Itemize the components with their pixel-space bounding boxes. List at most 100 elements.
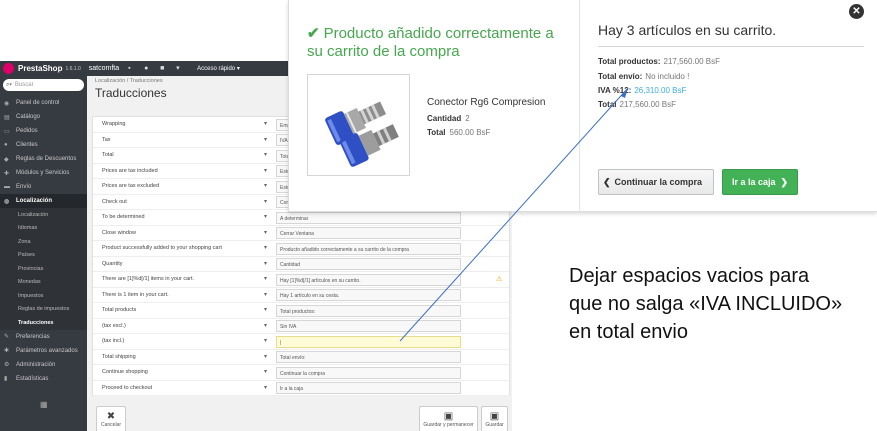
sidebar-item-modules[interactable]: ✚ Módulos y Servicios: [0, 166, 87, 180]
sidebar-sub-countries[interactable]: Países: [0, 248, 87, 262]
translation-input[interactable]: |: [276, 335, 461, 348]
chevron-down-icon[interactable]: ▾: [264, 384, 267, 391]
chevron-down-icon[interactable]: ▾: [264, 229, 267, 236]
sidebar-item-catalog[interactable]: ▤ Catálogo: [0, 110, 87, 124]
checkout-label: Ir a la caja: [731, 177, 776, 187]
sidebar-sub-zones[interactable]: Zona: [0, 235, 87, 249]
chevron-down-icon[interactable]: ▾: [264, 291, 267, 298]
sidebar-sub-languages[interactable]: Idiomas: [0, 221, 87, 235]
translation-input[interactable]: Sin IVA: [276, 320, 461, 332]
sidebar-item-stats[interactable]: ▮ Estadísticas: [0, 372, 87, 386]
chevron-left-icon: ❮: [603, 176, 611, 187]
sidebar-item-label: Reglas de Descuentos: [16, 156, 77, 162]
sidebar-sub-taxes[interactable]: Impuestos: [0, 289, 87, 303]
user-icon[interactable]: ●: [144, 65, 151, 72]
chevron-down-icon[interactable]: ▾: [264, 182, 267, 189]
success-text: Producto añadido correctamente a su carr…: [307, 25, 554, 60]
cancel-button[interactable]: ✖ Cancelar: [96, 406, 126, 431]
globe-icon: ◍: [4, 198, 10, 205]
translation-input[interactable]: Total productos:: [276, 304, 461, 317]
mail-icon[interactable]: ■: [160, 65, 167, 72]
sidebar-sub-localization[interactable]: Localización: [0, 208, 87, 222]
prestashop-logo[interactable]: PrestaShop 1.6.1.0: [0, 63, 81, 74]
save-and-stay-label: Guardar y permanecer: [423, 421, 474, 428]
chevron-down-icon[interactable]: ▾: [264, 244, 267, 251]
sidebar-item-label: Panel de control: [16, 100, 60, 106]
chevron-down-icon[interactable]: ▾: [264, 306, 267, 313]
save-button[interactable]: ▣ Guardar: [481, 406, 508, 431]
translation-input[interactable]: Total envío:: [276, 351, 461, 363]
continue-shopping-button[interactable]: ❮ Continuar la compra: [598, 169, 714, 195]
sidebar-item-dashboard[interactable]: ◉ Panel de control: [0, 96, 87, 110]
sidebar-item-label: Módulos y Servicios: [16, 170, 70, 176]
check-icon: ✔: [307, 25, 320, 42]
sidebar-sub-currencies[interactable]: Monedas: [0, 275, 87, 289]
save-icon: ▣: [489, 410, 500, 422]
search-input[interactable]: ⌕▾ Buscar: [3, 79, 84, 91]
sidebar-item-shipping[interactable]: ▬ Envío: [0, 180, 87, 194]
tax-line: IVA %12: 26,310.00 BsF: [598, 86, 686, 95]
sidebar-item-advanced[interactable]: ✱ Parámetros avanzados: [0, 344, 87, 358]
translation-input[interactable]: Hay [1]%d[/1] artículos en su carrito.: [276, 273, 461, 286]
quick-access-menu[interactable]: Acceso rápido ▾: [197, 65, 240, 72]
translation-input[interactable]: Producto añadido correctamente a su carr…: [276, 242, 461, 255]
sidebar: ⌕▾ Buscar ◉ Panel de control ▤ Catálogo ▭ P…: [0, 76, 87, 431]
chevron-down-icon[interactable]: ▾: [264, 260, 267, 267]
proceed-to-checkout-button[interactable]: Ir a la caja ❯: [722, 169, 798, 195]
translation-row: Total products ▾ Total productos:: [93, 303, 509, 319]
sidebar-item-preferences[interactable]: ✎ Preferencias: [0, 330, 87, 344]
shop-name[interactable]: satcomfta: [89, 65, 119, 72]
annotation-note: Dejar espacios vacios para que no salga …: [569, 262, 869, 346]
chevron-down-icon[interactable]: ▾: [264, 151, 267, 158]
sidebar-item-customers[interactable]: ● Clientes: [0, 138, 87, 152]
close-modal-button[interactable]: ✕: [849, 4, 864, 19]
translation-key: Check out: [102, 198, 127, 205]
chevron-down-icon[interactable]: ▾: [264, 198, 267, 205]
grand-total-line: Total 217,560.00 BsF: [598, 100, 676, 109]
translation-input[interactable]: Continuar la compra: [276, 366, 461, 379]
sidebar-item-admin[interactable]: ⚙ Administración: [0, 358, 87, 372]
chevron-down-icon[interactable]: ▾: [264, 275, 267, 282]
translation-input[interactable]: Cerrar Ventana: [276, 227, 461, 239]
sidebar-sub-translations[interactable]: Traducciones: [0, 316, 87, 330]
chevron-down-icon[interactable]: ▾: [264, 337, 267, 344]
sidebar-item-orders[interactable]: ▭ Pedidos: [0, 124, 87, 138]
search-placeholder: Buscar: [14, 82, 34, 88]
annotation-line: Dejar espacios vacios para: [569, 265, 810, 287]
chevron-down-icon[interactable]: ▾: [264, 136, 267, 143]
continue-shopping-label: Continuar la compra: [614, 177, 703, 187]
translation-input[interactable]: A determinar: [276, 211, 461, 224]
cart-icon[interactable]: ▪: [128, 65, 135, 72]
translation-input[interactable]: Hay 1 artículo en su cesta.: [276, 289, 461, 301]
sidebar-item-label: Envío: [16, 184, 32, 190]
translation-input[interactable]: Cantidad: [276, 258, 461, 270]
product-total-label: Total: [427, 128, 446, 137]
truck-icon: ▬: [4, 184, 10, 190]
chevron-down-icon[interactable]: ▾: [264, 353, 267, 360]
chevron-down-icon[interactable]: ▾: [264, 167, 267, 174]
chevron-down-icon[interactable]: ▾: [264, 368, 267, 375]
total-shipping-label: Total envío:: [598, 72, 643, 81]
sidebar-item-label: Localización: [16, 198, 53, 204]
product-total-value: 560.00 BsF: [449, 128, 491, 137]
save-and-stay-button[interactable]: ▣ Guardar y permanecer: [419, 406, 478, 431]
chevron-down-icon[interactable]: ▾: [264, 213, 267, 220]
rg6-connector-image: [325, 101, 399, 167]
translation-key: Total shipping: [102, 353, 136, 360]
grand-total-value: 217,560.00 BsF: [619, 100, 676, 109]
translation-input[interactable]: Ir a la caja: [276, 382, 461, 394]
trophy-icon[interactable]: ▾: [176, 65, 183, 72]
sidebar-item-localization[interactable]: ◍ Localización: [0, 194, 87, 208]
chevron-down-icon[interactable]: ▾: [264, 120, 267, 127]
sidebar-sub-states[interactable]: Provincias: [0, 262, 87, 276]
annotation-line: en total envio: [569, 321, 688, 343]
grand-total-label: Total: [598, 100, 617, 109]
save-label: Guardar: [485, 421, 504, 428]
sidebar-sub-tax-rules[interactable]: Reglas de impuestos: [0, 302, 87, 316]
translation-key: There is 1 item in your cart.: [102, 291, 169, 298]
collapse-menu-icon[interactable]: ▦: [40, 400, 48, 409]
sidebar-item-discounts[interactable]: ◆ Reglas de Descuentos: [0, 152, 87, 166]
orders-icon: ▭: [4, 128, 10, 135]
chevron-down-icon[interactable]: ▾: [264, 322, 267, 329]
translation-row: Quantity ▾ Cantidad: [93, 257, 509, 272]
